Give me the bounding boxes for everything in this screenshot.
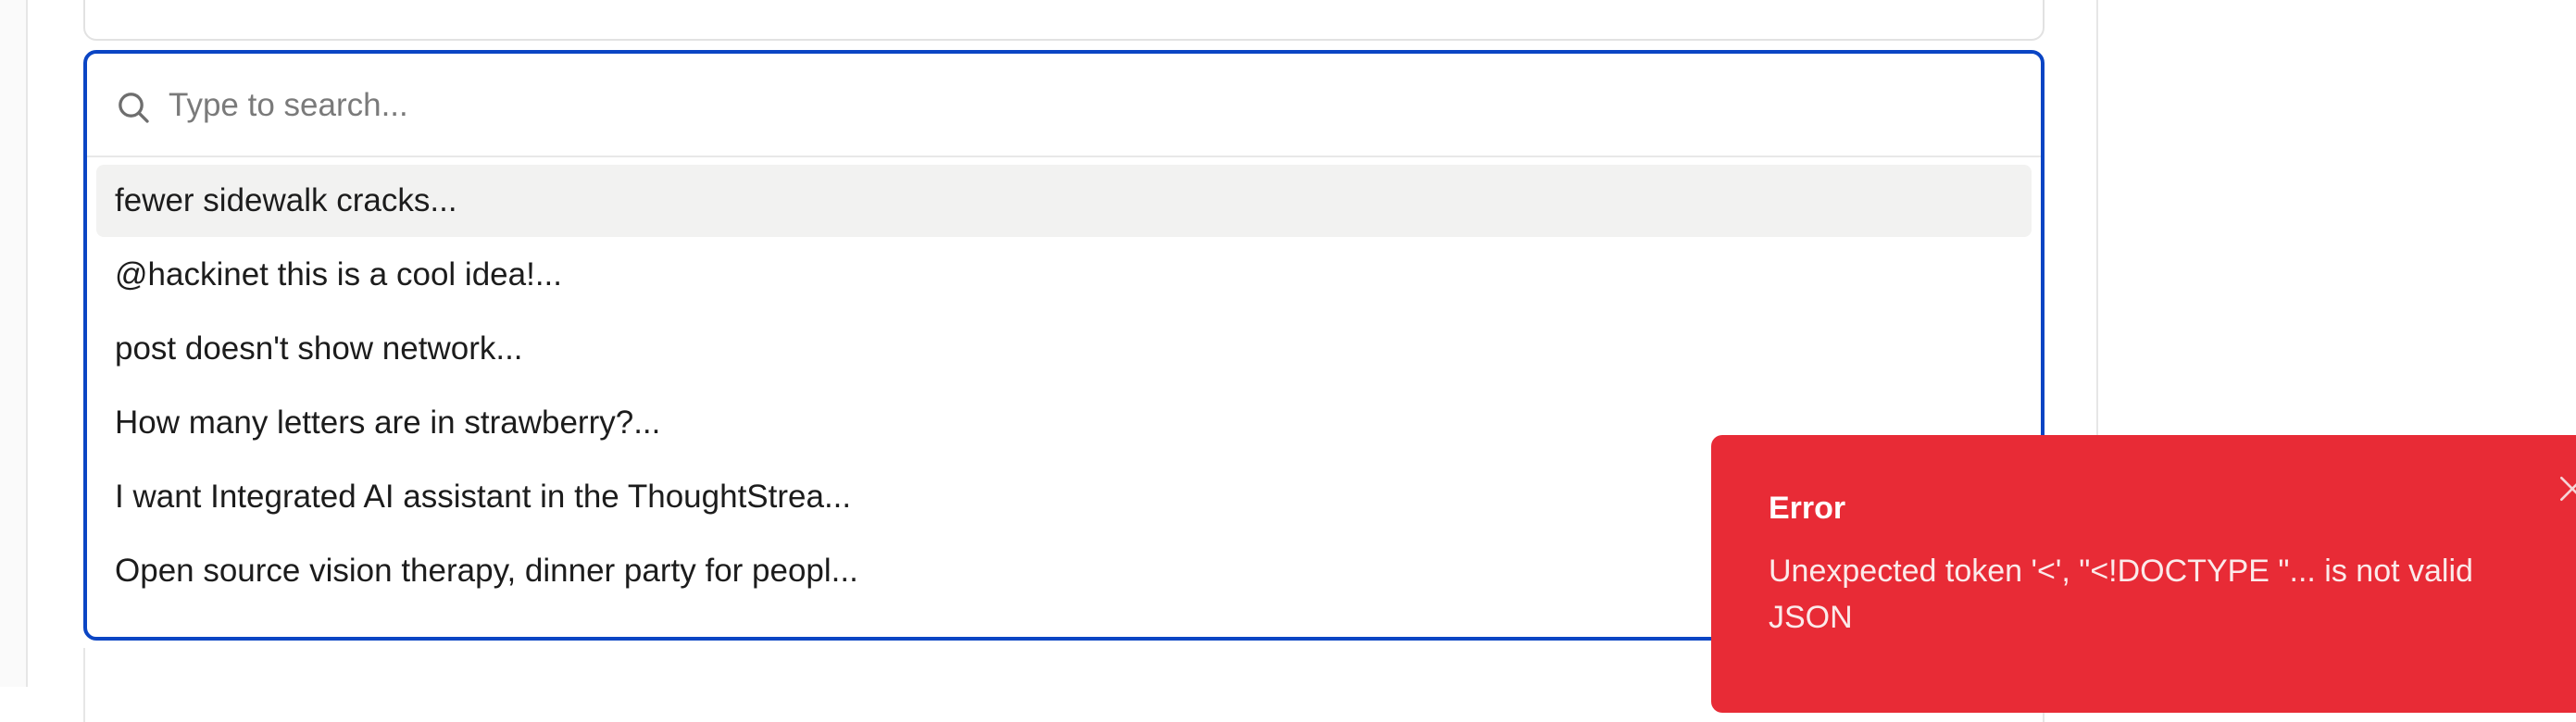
list-item[interactable]: fewer sidewalk cracks... (96, 165, 2032, 237)
toast-title: Error (1769, 491, 1846, 526)
left-rail (0, 0, 28, 687)
toast-message: Unexpected token '<', "<!DOCTYPE "... is… (1769, 554, 2473, 635)
close-icon[interactable] (2554, 470, 2576, 507)
search-input[interactable] (169, 78, 2002, 133)
list-item[interactable]: post doesn't show network... (96, 313, 2032, 385)
search-icon (119, 93, 149, 123)
error-toast: Error Unexpected token '<', "<!DOCTYPE "… (1711, 435, 2576, 713)
list-item[interactable]: @hackinet this is a cool idea!... (96, 239, 2032, 311)
search-row (87, 54, 2041, 157)
previous-card (83, 0, 2045, 41)
